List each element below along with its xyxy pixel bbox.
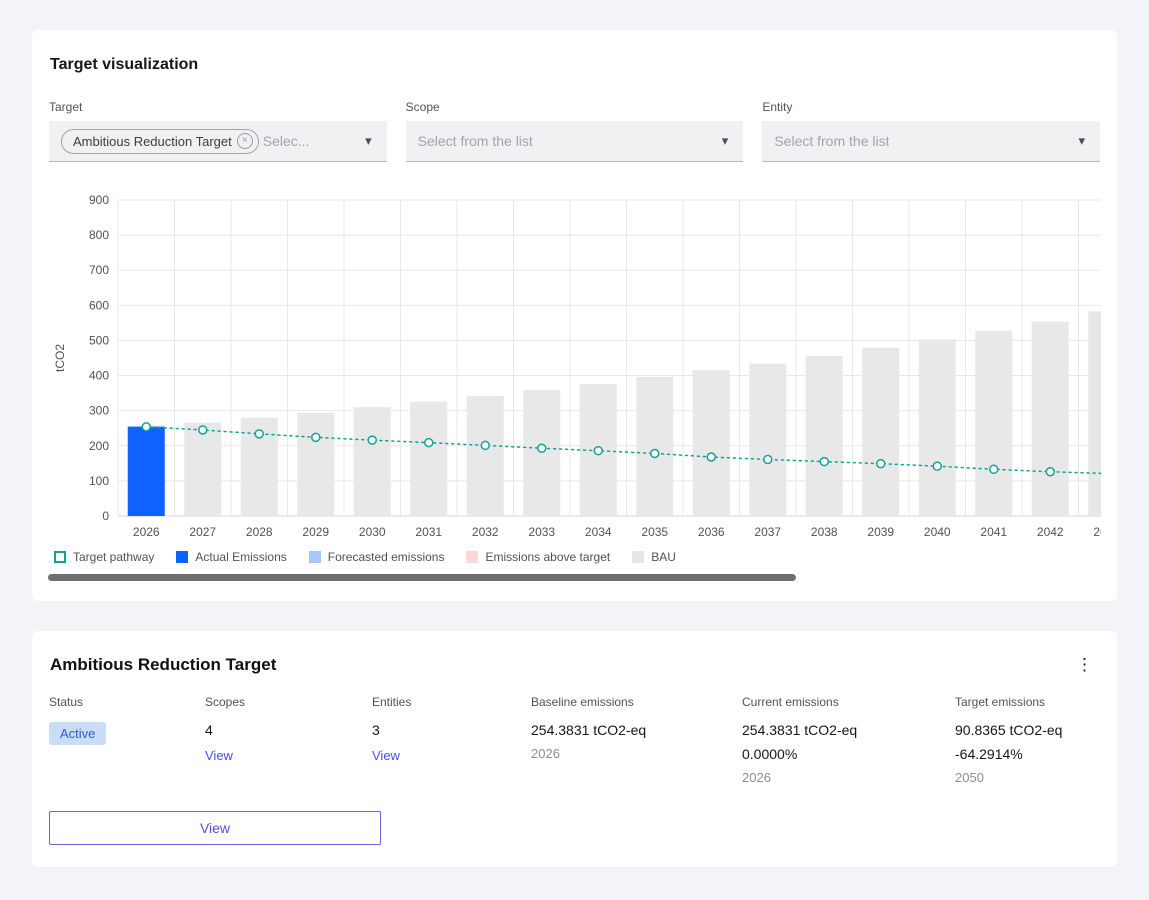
svg-text:300: 300 xyxy=(89,404,109,418)
svg-text:100: 100 xyxy=(89,474,109,488)
entity-dropdown-placeholder: Select from the list xyxy=(774,133,889,149)
field-current-emissions: Current emissions 254.3831 tCO2-eq 0.000… xyxy=(742,695,955,785)
svg-text:700: 700 xyxy=(89,263,109,277)
page: Target visualization Target Ambitious Re… xyxy=(0,30,1149,900)
current-emissions-year: 2026 xyxy=(742,770,955,785)
svg-text:600: 600 xyxy=(89,298,109,312)
baseline-emissions-value: 254.3831 tCO2-eq xyxy=(531,722,742,738)
svg-text:2033: 2033 xyxy=(528,525,555,539)
scopes-count: 4 xyxy=(205,722,372,738)
legend-item-target-pathway[interactable]: Target pathway xyxy=(54,550,154,564)
entity-dropdown[interactable]: Select from the list ▾ xyxy=(762,121,1100,162)
svg-text:tCO2: tCO2 xyxy=(53,344,67,372)
svg-text:2028: 2028 xyxy=(246,525,273,539)
card-title: Target visualization xyxy=(50,56,1101,74)
detail-title: Ambitious Reduction Target xyxy=(50,655,276,675)
current-emissions-percent: 0.0000% xyxy=(742,746,955,762)
scopes-view-link[interactable]: View xyxy=(205,748,233,763)
field-status: Status Active xyxy=(49,695,205,785)
svg-text:2041: 2041 xyxy=(980,525,1007,539)
legend-item-emissions-above-target[interactable]: Emissions above target xyxy=(466,550,610,564)
chevron-down-icon: ▾ xyxy=(1078,133,1088,149)
scope-dropdown[interactable]: Select from the list ▾ xyxy=(406,121,744,162)
svg-text:2031: 2031 xyxy=(415,525,442,539)
chart-scrollbar-track xyxy=(48,574,1101,581)
detail-header: Ambitious Reduction Target ⋮ xyxy=(50,655,1101,675)
svg-text:2030: 2030 xyxy=(359,525,386,539)
legend-swatch xyxy=(309,551,321,563)
svg-text:2038: 2038 xyxy=(811,525,838,539)
view-target-button[interactable]: View xyxy=(49,811,381,845)
chip-label: Ambitious Reduction Target xyxy=(73,134,232,149)
svg-text:2027: 2027 xyxy=(189,525,216,539)
legend-item-actual-emissions[interactable]: Actual Emissions xyxy=(176,550,286,564)
svg-text:2043: 2043 xyxy=(1093,525,1101,539)
field-scopes: Scopes 4 View xyxy=(205,695,372,785)
target-emissions-year: 2050 xyxy=(955,770,1101,785)
kebab-menu-icon[interactable]: ⋮ xyxy=(1068,655,1101,675)
svg-text:2029: 2029 xyxy=(302,525,329,539)
chevron-down-icon: ▾ xyxy=(365,133,375,149)
status-badge: Active xyxy=(49,722,106,745)
legend-item-forecasted-emissions[interactable]: Forecasted emissions xyxy=(309,550,445,564)
filter-entity: Entity Select from the list ▾ xyxy=(762,100,1100,162)
legend-item-bau[interactable]: BAU xyxy=(632,550,676,564)
svg-text:200: 200 xyxy=(89,439,109,453)
chart-legend: Target pathway Actual Emissions Forecast… xyxy=(54,550,1101,564)
entities-count: 3 xyxy=(372,722,531,738)
target-emissions-percent: -64.2914% xyxy=(955,746,1101,762)
field-baseline-emissions: Baseline emissions 254.3831 tCO2-eq 2026 xyxy=(531,695,742,785)
current-emissions-value: 254.3831 tCO2-eq xyxy=(742,722,955,738)
filter-bar: Target Ambitious Reduction Target × Sele… xyxy=(49,100,1100,162)
svg-text:400: 400 xyxy=(89,369,109,383)
entities-view-link[interactable]: View xyxy=(372,748,400,763)
filter-target: Target Ambitious Reduction Target × Sele… xyxy=(49,100,387,162)
legend-swatch xyxy=(54,551,66,563)
target-visualization-card: Target visualization Target Ambitious Re… xyxy=(32,30,1117,601)
emissions-chart: 0 100 200 300 400 500 600 700 800 900 tCO2 2026 2027… xyxy=(48,192,1101,544)
legend-swatch xyxy=(176,551,188,563)
svg-text:0: 0 xyxy=(102,509,109,523)
target-detail-card: Ambitious Reduction Target ⋮ Status Acti… xyxy=(32,631,1117,867)
target-emissions-value: 90.8365 tCO2-eq xyxy=(955,722,1101,738)
scope-filter-label: Scope xyxy=(406,100,744,114)
svg-text:2026: 2026 xyxy=(133,525,160,539)
svg-text:2040: 2040 xyxy=(924,525,951,539)
entity-filter-label: Entity xyxy=(762,100,1100,114)
target-dropdown-placeholder: Selec... xyxy=(263,133,310,149)
svg-text:2036: 2036 xyxy=(698,525,725,539)
filter-scope: Scope Select from the list ▾ xyxy=(406,100,744,162)
svg-text:2035: 2035 xyxy=(641,525,668,539)
svg-text:900: 900 xyxy=(89,193,109,207)
legend-swatch xyxy=(466,551,478,563)
svg-text:2039: 2039 xyxy=(867,525,894,539)
target-filter-label: Target xyxy=(49,100,387,114)
scope-dropdown-placeholder: Select from the list xyxy=(418,133,533,149)
baseline-emissions-year: 2026 xyxy=(531,746,742,761)
chip-remove-icon[interactable]: × xyxy=(237,133,253,149)
svg-text:2034: 2034 xyxy=(585,525,612,539)
chart-scrollbar[interactable] xyxy=(48,574,796,581)
chevron-down-icon: ▾ xyxy=(722,133,732,149)
field-entities: Entities 3 View xyxy=(372,695,531,785)
svg-text:2037: 2037 xyxy=(754,525,781,539)
svg-text:800: 800 xyxy=(89,228,109,242)
detail-fields: Status Active Scopes 4 View Entities 3 V… xyxy=(49,695,1101,785)
target-dropdown[interactable]: Ambitious Reduction Target × Selec... ▾ xyxy=(49,121,387,162)
legend-swatch xyxy=(632,551,644,563)
svg-text:500: 500 xyxy=(89,333,109,347)
selected-target-chip[interactable]: Ambitious Reduction Target × xyxy=(61,129,259,154)
field-target-emissions: Target emissions 90.8365 tCO2-eq -64.291… xyxy=(955,695,1101,785)
chart-area: 0 100 200 300 400 500 600 700 800 900 tCO2 2026 2027… xyxy=(48,192,1101,544)
svg-text:2032: 2032 xyxy=(472,525,499,539)
svg-text:2042: 2042 xyxy=(1037,525,1064,539)
